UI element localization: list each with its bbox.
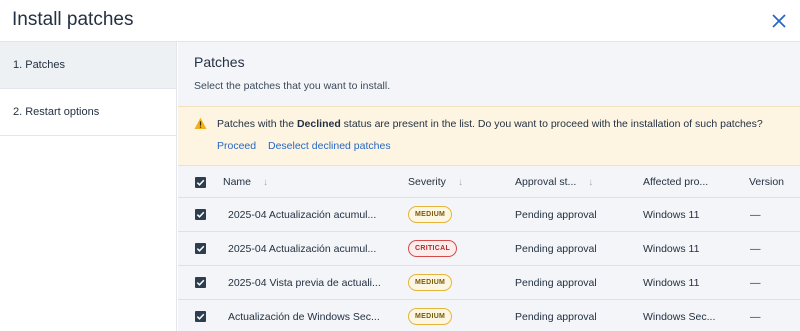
dialog-header: Install patches <box>0 0 800 42</box>
column-label: Severity <box>408 176 446 188</box>
column-header-severity[interactable]: Severity ↓ <box>408 167 463 197</box>
version-value: — <box>750 276 761 289</box>
alert-text-bold: Declined <box>296 118 341 130</box>
column-header-version[interactable]: Version <box>749 167 784 197</box>
version-value: — <box>750 208 761 221</box>
sort-down-icon[interactable]: ↓ <box>263 177 268 188</box>
severity-cell: CRITICAL <box>408 232 458 265</box>
patch-name[interactable]: Actualización de Windows Sec... <box>228 300 380 331</box>
close-icon <box>772 14 786 28</box>
declined-warning-alert: Patches with the Declined status are pre… <box>178 106 800 166</box>
affected-product: Windows 11 <box>643 242 700 255</box>
checkmark-icon <box>196 313 205 320</box>
approval-status: Pending approval <box>515 310 597 323</box>
table-row[interactable]: 2025-04 Actualización acumul... MEDIUM P… <box>178 198 800 232</box>
row-select-cell <box>195 232 206 265</box>
column-header-name[interactable]: Name ↓ <box>223 167 268 197</box>
deselect-declined-link[interactable]: Deselect declined patches <box>268 140 391 152</box>
row-checkbox[interactable] <box>195 277 206 288</box>
version-value: — <box>750 242 761 255</box>
severity-cell: MEDIUM <box>408 266 453 299</box>
sort-down-icon[interactable]: ↓ <box>588 177 593 188</box>
sort-down-icon[interactable]: ↓ <box>458 177 463 188</box>
section-title: Patches <box>194 54 245 70</box>
row-select-cell <box>195 266 206 299</box>
approval-status: Pending approval <box>515 242 597 255</box>
patch-name[interactable]: 2025-04 Vista previa de actuali... <box>228 266 381 299</box>
dialog-title: Install patches <box>12 9 134 30</box>
wizard-steps: 1. Patches 2. Restart options <box>0 42 177 331</box>
row-checkbox[interactable] <box>195 209 206 220</box>
proceed-link[interactable]: Proceed <box>217 140 256 152</box>
table-row[interactable]: Actualización de Windows Sec... MEDIUM P… <box>178 300 800 331</box>
severity-cell: MEDIUM <box>408 300 453 331</box>
row-checkbox[interactable] <box>195 311 206 322</box>
table-header: Name ↓ Severity ↓ Approval st... ↓ Affected… <box>178 167 800 198</box>
step-label: 1. Patches <box>13 59 65 71</box>
affected-product: Windows 11 <box>643 208 700 221</box>
section-subtitle: Select the patches that you want to inst… <box>194 80 391 92</box>
approval-status: Pending approval <box>515 276 597 289</box>
row-checkbox[interactable] <box>195 243 206 254</box>
checkmark-icon <box>196 245 205 252</box>
select-all-cell <box>195 167 206 197</box>
checkmark-icon <box>196 211 205 218</box>
table-row[interactable]: 2025-04 Vista previa de actuali... MEDIU… <box>178 266 800 300</box>
affected-product: Windows Sec... <box>643 310 716 323</box>
step-restart-options[interactable]: 2. Restart options <box>0 89 176 136</box>
affected-product: Windows 11 <box>643 276 700 289</box>
alert-text-part: status are present in the list. Do you w… <box>340 118 763 130</box>
approval-status: Pending approval <box>515 208 597 221</box>
patches-panel: Patches Select the patches that you want… <box>178 42 800 331</box>
severity-badge: MEDIUM <box>408 274 453 291</box>
severity-badge: MEDIUM <box>408 206 453 223</box>
severity-badge: CRITICAL <box>408 240 458 257</box>
select-all-checkbox[interactable] <box>195 176 206 188</box>
step-label: 2. Restart options <box>13 106 100 118</box>
severity-cell: MEDIUM <box>408 198 453 231</box>
column-label: Affected pro... <box>643 176 709 188</box>
column-label: Name <box>223 176 252 188</box>
column-label: Version <box>749 176 785 188</box>
row-select-cell <box>195 198 206 231</box>
checkmark-icon <box>196 279 205 286</box>
alert-text-part: Patches with the <box>217 118 297 130</box>
column-label: Approval st... <box>515 176 577 188</box>
patch-name[interactable]: 2025-04 Actualización acumul... <box>228 232 376 265</box>
step-patches[interactable]: 1. Patches <box>0 42 176 89</box>
alert-message: Patches with the Declined status are pre… <box>217 118 763 130</box>
column-header-approval[interactable]: Approval st... ↓ <box>515 167 593 197</box>
warning-icon <box>194 117 207 129</box>
version-value: — <box>750 310 761 323</box>
checkmark-icon <box>196 179 205 186</box>
severity-badge: MEDIUM <box>408 308 453 325</box>
close-button[interactable] <box>766 8 792 34</box>
patch-name[interactable]: 2025-04 Actualización acumul... <box>228 198 376 231</box>
patches-table: Name ↓ Severity ↓ Approval st... ↓ Affected… <box>178 167 800 331</box>
row-select-cell <box>195 300 206 331</box>
table-row[interactable]: 2025-04 Actualización acumul... CRITICAL… <box>178 232 800 266</box>
column-header-affected[interactable]: Affected pro... <box>643 167 708 197</box>
